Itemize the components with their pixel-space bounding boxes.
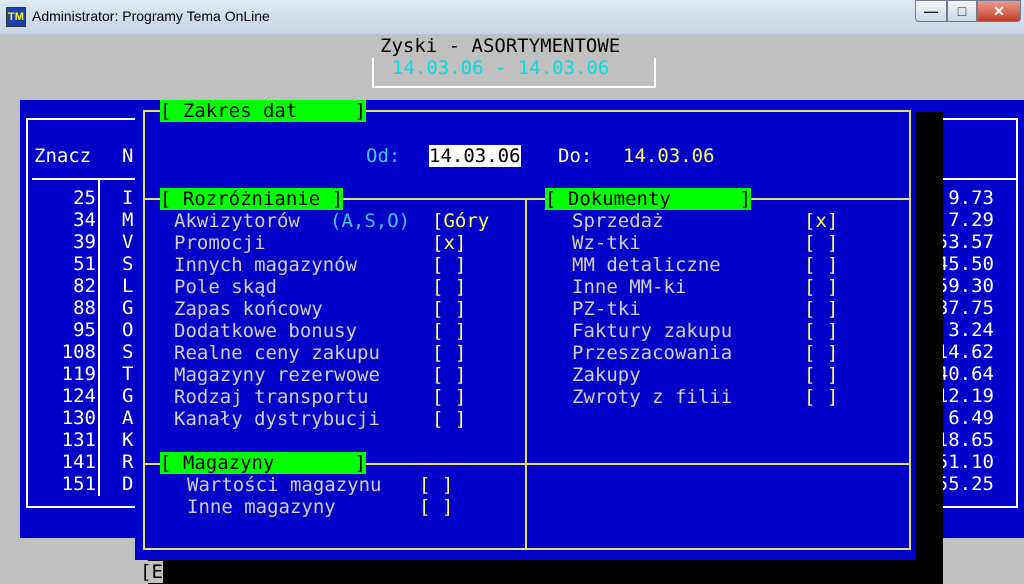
document-label: MM detaliczne	[572, 254, 721, 276]
document-label: PZ-tki	[572, 298, 641, 320]
do-date-input[interactable]: 14.03.06	[623, 145, 715, 167]
table-row-number[interactable]: 130	[34, 407, 96, 429]
section-label-zakres-dat: [ Zakres dat ]	[160, 100, 366, 122]
magazyny-label: Inne magazyny	[187, 496, 336, 518]
minimize-button[interactable]: —	[915, 0, 947, 22]
document-label: Zakupy	[572, 364, 641, 386]
document-checkbox[interactable]: [ ]	[804, 386, 838, 408]
document-label: Inne MM-ki	[572, 276, 687, 298]
table-row-name: V	[122, 231, 134, 253]
table-row-number[interactable]: 39	[34, 231, 96, 253]
option-checkbox[interactable]: [ ]	[432, 298, 466, 320]
dialog-shadow	[915, 112, 943, 584]
status-fragment: [E	[140, 561, 163, 583]
option-label: Promocji	[174, 232, 266, 254]
table-row-name: G	[122, 297, 134, 319]
document-checkbox[interactable]: [ ]	[804, 320, 838, 342]
document-checkbox[interactable]: [ ]	[804, 276, 838, 298]
option-label: Zapas końcowy	[174, 298, 323, 320]
option-label: Realne ceny zakupu	[174, 342, 380, 364]
document-checkbox[interactable]: [ ]	[804, 232, 838, 254]
table-row-name: D	[122, 473, 134, 495]
table-row-number[interactable]: 151	[34, 473, 96, 495]
akwizytorow-hint: (A,S,O)	[330, 210, 411, 232]
document-checkbox[interactable]: [ ]	[804, 364, 838, 386]
document-checkbox[interactable]: [ ]	[804, 342, 838, 364]
option-checkbox[interactable]: [ ]	[432, 276, 466, 298]
option-checkbox[interactable]: [ ]	[432, 320, 466, 342]
table-row-name: S	[122, 253, 134, 275]
option-label: Innych magazynów	[174, 254, 358, 276]
option-label: Pole skąd	[174, 276, 277, 298]
report-title: Zyski - ASORTYMENTOWE	[380, 35, 621, 57]
table-row-number[interactable]: 25	[34, 187, 96, 209]
option-checkbox[interactable]: [ ]	[432, 254, 466, 276]
table-row-number[interactable]: 119	[34, 363, 96, 385]
document-checkbox-sprzedaz[interactable]: [x]	[804, 210, 838, 232]
table-row-number[interactable]: 141	[34, 451, 96, 473]
table-row-number[interactable]: 88	[34, 297, 96, 319]
document-label: Zwroty z filii	[572, 386, 733, 408]
dialog-shadow	[148, 560, 943, 584]
window-title: Administrator: Programy Tema OnLine	[32, 8, 270, 24]
option-label: Dodatkowe bonusy	[174, 320, 358, 342]
option-checkbox[interactable]: [ ]	[432, 364, 466, 386]
close-button[interactable]: ✕	[977, 0, 1021, 22]
table-row-number[interactable]: 34	[34, 209, 96, 231]
table-row-name: S	[122, 341, 134, 363]
document-checkbox[interactable]: [ ]	[804, 254, 838, 276]
table-header-n: N	[122, 145, 134, 167]
table-row-name: G	[122, 385, 134, 407]
table-row-name: L	[122, 275, 134, 297]
option-label: Magazyny rezerwowe	[174, 364, 380, 386]
table-row-number[interactable]: 82	[34, 275, 96, 297]
table-row-name: I	[122, 187, 134, 209]
table-row-number[interactable]: 95	[34, 319, 96, 341]
option-checkbox[interactable]: [ ]	[432, 342, 466, 364]
table-row-number[interactable]: 108	[34, 341, 96, 363]
maximize-button[interactable]: □	[947, 0, 977, 22]
magazyny-label: Wartości magazynu	[187, 474, 382, 496]
table-row-name: K	[122, 429, 134, 451]
magazyny-checkbox[interactable]: [ ]	[419, 474, 453, 496]
table-row-name: T	[122, 363, 134, 385]
document-label: Sprzedaż	[572, 210, 664, 232]
document-label: Faktury zakupu	[572, 320, 733, 342]
table-row-number[interactable]: 131	[34, 429, 96, 451]
app-icon: TM	[6, 7, 26, 27]
option-checkbox-promocji[interactable]: [x]	[432, 232, 466, 254]
table-row-number[interactable]: 124	[34, 385, 96, 407]
table-row-name: O	[122, 319, 134, 341]
table-header-znacz: Znacz	[34, 145, 92, 167]
option-label: Rodzaj transportu	[174, 386, 369, 408]
od-label: Od:	[366, 145, 401, 167]
document-label: Wz-tki	[572, 232, 641, 254]
do-label: Do:	[558, 145, 593, 167]
option-checkbox[interactable]: [ ]	[432, 408, 466, 430]
table-column-separator	[98, 180, 100, 496]
section-label-dokumenty: [ Dokumenty ]	[545, 188, 751, 210]
table-row-name: A	[122, 407, 134, 429]
magazyny-checkbox[interactable]: [ ]	[419, 496, 453, 518]
table-row-name: R	[122, 451, 134, 473]
dialog-divider-vertical	[525, 198, 527, 550]
section-label-rozroznianie: [ Rozróżnianie ]	[160, 188, 344, 210]
table-row-name: M	[122, 209, 134, 231]
akwizytorow-select[interactable]: [Góry	[432, 210, 489, 232]
option-label-akwizytorow: Akwizytorów	[174, 210, 300, 232]
option-checkbox[interactable]: [ ]	[432, 386, 466, 408]
table-row-number[interactable]: 51	[34, 253, 96, 275]
option-label: Kanały dystrybucji	[174, 408, 380, 430]
report-date-range: 14.03.06 - 14.03.06	[392, 57, 610, 79]
document-checkbox[interactable]: [ ]	[804, 298, 838, 320]
section-label-magazyny: [ Magazyny ]	[160, 452, 366, 474]
document-label: Przeszacowania	[572, 342, 733, 364]
od-date-input[interactable]: 14.03.06	[429, 145, 521, 167]
